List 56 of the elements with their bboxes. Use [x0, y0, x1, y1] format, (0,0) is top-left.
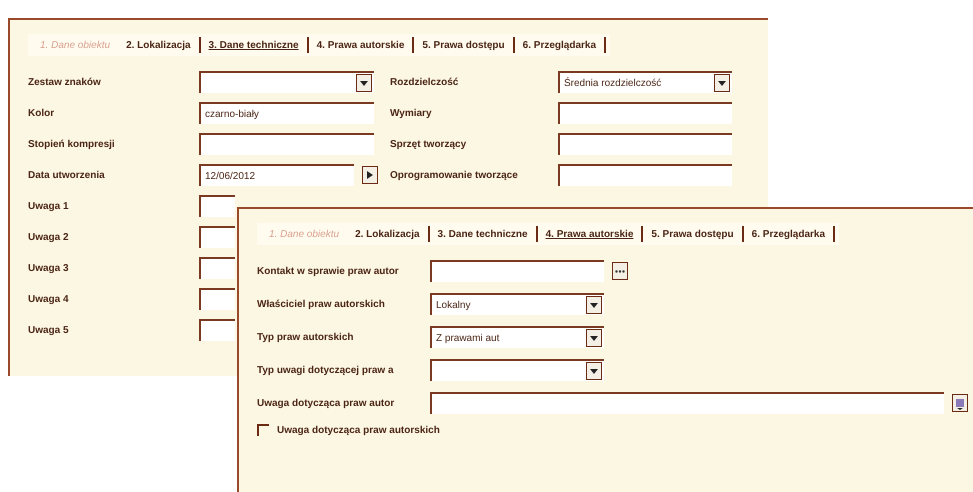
- field-label: Wymiary: [390, 108, 433, 118]
- text-field[interactable]: [199, 133, 374, 155]
- tab[interactable]: 6. Przeglądarka: [514, 40, 604, 50]
- checkbox[interactable]: [257, 424, 269, 436]
- text-field[interactable]: [558, 102, 732, 124]
- more-icon[interactable]: [612, 262, 628, 280]
- field-label: Uwaga dotycząca praw autor: [257, 398, 396, 408]
- tab[interactable]: 2. Lokalizacja: [347, 228, 428, 240]
- field-label: Typ praw autorskich: [257, 332, 355, 342]
- dropdown-field[interactable]: [430, 359, 604, 381]
- dropdown-field[interactable]: Z prawami aut: [430, 326, 604, 348]
- tab[interactable]: 6. Przeglądarka: [744, 228, 834, 240]
- text-field[interactable]: [558, 164, 732, 186]
- date-field[interactable]: 12/06/2012: [199, 164, 354, 186]
- checkbox-label: Uwaga dotycząca praw autorskich: [277, 424, 440, 436]
- tab[interactable]: 5. Prawa dostępu: [414, 40, 513, 50]
- tab[interactable]: 2. Lokalizacja: [118, 40, 199, 50]
- tab[interactable]: 3. Dane techniczne: [200, 40, 307, 50]
- field-label: Data utworzenia: [28, 170, 106, 180]
- field-label: Uwaga 3: [28, 262, 70, 274]
- text-field[interactable]: [430, 392, 944, 414]
- text-field[interactable]: [199, 195, 235, 217]
- text-field[interactable]: [558, 133, 732, 155]
- play-icon[interactable]: [362, 166, 378, 184]
- dropdown-icon: [590, 302, 598, 308]
- text-field[interactable]: [199, 319, 235, 341]
- field-label: Kontakt w sprawie praw autor: [257, 266, 400, 276]
- scroll-icon[interactable]: [952, 394, 968, 412]
- text-field[interactable]: [199, 257, 235, 279]
- tab[interactable]: 5. Prawa dostępu: [643, 228, 742, 240]
- dropdown-icon: [590, 368, 598, 374]
- field-label: Oprogramowanie tworzące: [390, 170, 519, 180]
- text-field[interactable]: [430, 260, 604, 282]
- tab[interactable]: 3. Dane techniczne: [430, 228, 536, 240]
- tab[interactable]: 4. Prawa autorskie: [538, 228, 642, 240]
- field-label: Zestaw znaków: [28, 76, 102, 88]
- field-label: Uwaga 4: [28, 294, 70, 304]
- dropdown-icon: [590, 336, 598, 340]
- field-label: Uwaga 2: [28, 232, 70, 242]
- tab[interactable]: 4. Prawa autorskie: [308, 40, 412, 50]
- field-label: Sprzęt tworzący: [390, 138, 468, 150]
- dropdown-field[interactable]: Lokalny: [430, 293, 604, 315]
- field-label: Uwaga 5: [28, 324, 70, 336]
- text-field[interactable]: czarno-biały: [199, 102, 374, 124]
- dropdown-field[interactable]: [199, 71, 374, 93]
- dropdown-icon: [718, 80, 726, 86]
- field-label: Stopień kompresji: [28, 138, 116, 150]
- dropdown-field[interactable]: Średnia rozdzielczość: [558, 71, 732, 93]
- dropdown-icon: [360, 80, 368, 86]
- field-label: Rozdzielczość: [390, 76, 460, 88]
- text-field[interactable]: [199, 288, 235, 310]
- field-label: Kolor: [28, 108, 56, 118]
- field-label: Uwaga 1: [28, 200, 70, 212]
- text-field[interactable]: [199, 226, 235, 248]
- field-label: Typ uwagi dotyczącej praw a: [257, 364, 395, 376]
- field-label: Właściciel praw autorskich: [257, 298, 386, 310]
